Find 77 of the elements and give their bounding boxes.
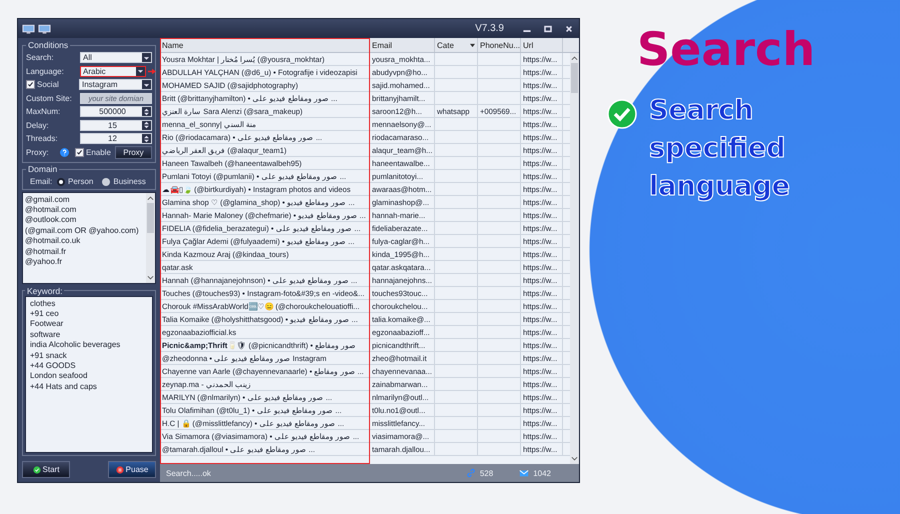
list-item: @hotmail.fr	[25, 246, 68, 257]
list-item: +91 ceo	[30, 308, 60, 320]
field-label: Language:	[26, 66, 65, 76]
check-icon	[607, 99, 637, 129]
dropdown[interactable]: Arabic	[80, 66, 146, 77]
field-label: Proxy:	[26, 148, 50, 157]
list-item: +91 snack	[30, 350, 68, 361]
checkbox[interactable]	[75, 148, 84, 157]
help-icon[interactable]	[60, 148, 69, 157]
proxy-button[interactable]: Proxy	[114, 146, 152, 159]
monitor-icon[interactable]	[38, 24, 51, 34]
radio-button[interactable]	[57, 178, 65, 186]
chevron-down-icon[interactable]	[571, 456, 578, 462]
arrow	[148, 68, 156, 75]
list-item: +44 Hats and caps	[30, 382, 98, 392]
feature-text: Search specified language	[649, 94, 792, 204]
list-item: @yahoo.fr	[25, 256, 64, 268]
dropdown[interactable]: All	[80, 52, 152, 64]
radio-button[interactable]	[102, 178, 110, 186]
pause-icon	[116, 466, 124, 474]
list-item: software	[30, 330, 62, 340]
list-item: London seafood	[30, 371, 88, 382]
spinner-icon[interactable]	[143, 108, 150, 116]
scrollbar-thumb[interactable]	[147, 202, 154, 232]
list-item: @gmail.com	[25, 194, 71, 205]
link-icon	[466, 468, 476, 478]
check-circle-icon	[32, 466, 41, 474]
radio-label: Business	[113, 177, 146, 186]
field-label: Threads:	[26, 134, 59, 144]
list-item: @outlook.com	[25, 215, 78, 226]
spin-field[interactable]: 12	[80, 133, 152, 144]
scrollbar[interactable]	[146, 192, 155, 282]
chevron-up-icon[interactable]	[571, 55, 578, 61]
checkbox-label: Enable	[86, 148, 111, 157]
spinner-icon[interactable]	[143, 121, 150, 130]
pause-button[interactable]: Puase	[108, 461, 156, 478]
column-header[interactable]: Cate	[435, 38, 478, 52]
status-text: Search.....ok	[166, 468, 211, 478]
column-header[interactable]: Email	[370, 38, 435, 52]
email-count: 1042	[533, 468, 551, 478]
group-title: Keyword:	[26, 286, 64, 296]
list-item: india Alcoholic beverages	[30, 340, 122, 351]
list-item: +44 GOODS	[30, 360, 77, 372]
field-label: Social	[37, 80, 60, 90]
link-count: 528	[480, 468, 494, 478]
radio-label: Person	[68, 177, 94, 186]
chevron-down-icon[interactable]	[147, 274, 154, 280]
list-item: (@gmail.com OR @yahoo.com)	[25, 226, 140, 236]
list-item: clothes	[30, 298, 56, 309]
field-label: Search:	[26, 53, 55, 62]
group-title: Domain	[27, 164, 58, 174]
domain-list[interactable]: @gmail.com @hotmail.com @outlook.com (@gmail.com OR @yahoo.com) @hotmail.co.uk @hotmail.fr @yahoo.fr	[22, 192, 156, 284]
keyword-list[interactable]: clothes +91 ceo Footwear software india Alcoholic beverages +91 snack +44 GOODS London seafood +44 Hats and caps	[25, 296, 153, 453]
group-title: Conditions	[27, 40, 70, 50]
monitor-icon[interactable]	[22, 24, 35, 34]
start-button[interactable]: Start	[22, 461, 70, 478]
column-header[interactable]: Name	[160, 38, 370, 52]
version-label: V7.3.9	[475, 23, 504, 34]
filter-caret-icon[interactable]	[470, 43, 475, 48]
field-label: Email:	[29, 177, 54, 186]
scrollbar[interactable]	[570, 53, 579, 464]
field-label: Custom Site:	[26, 94, 73, 103]
dropdown[interactable]: Instagram	[79, 79, 152, 90]
mail-icon	[519, 468, 530, 478]
column-header[interactable]: Url	[521, 38, 563, 52]
spin-field[interactable]: 500000	[80, 106, 152, 118]
chevron-up-icon[interactable]	[147, 194, 154, 200]
field-label: MaxNum:	[26, 107, 62, 116]
spinner-icon[interactable]	[143, 134, 150, 143]
field-label: Delay:	[26, 120, 50, 130]
spin-field[interactable]: 15	[80, 120, 152, 131]
scrollbar-thumb[interactable]	[571, 63, 578, 93]
list-item: Footwear	[30, 319, 64, 330]
list-item: @hotmail.co.uk	[25, 236, 82, 247]
column-header[interactable]: PhoneNu...	[478, 38, 521, 52]
list-item: @hotmail.com	[25, 204, 78, 216]
checkbox[interactable]	[26, 80, 35, 90]
